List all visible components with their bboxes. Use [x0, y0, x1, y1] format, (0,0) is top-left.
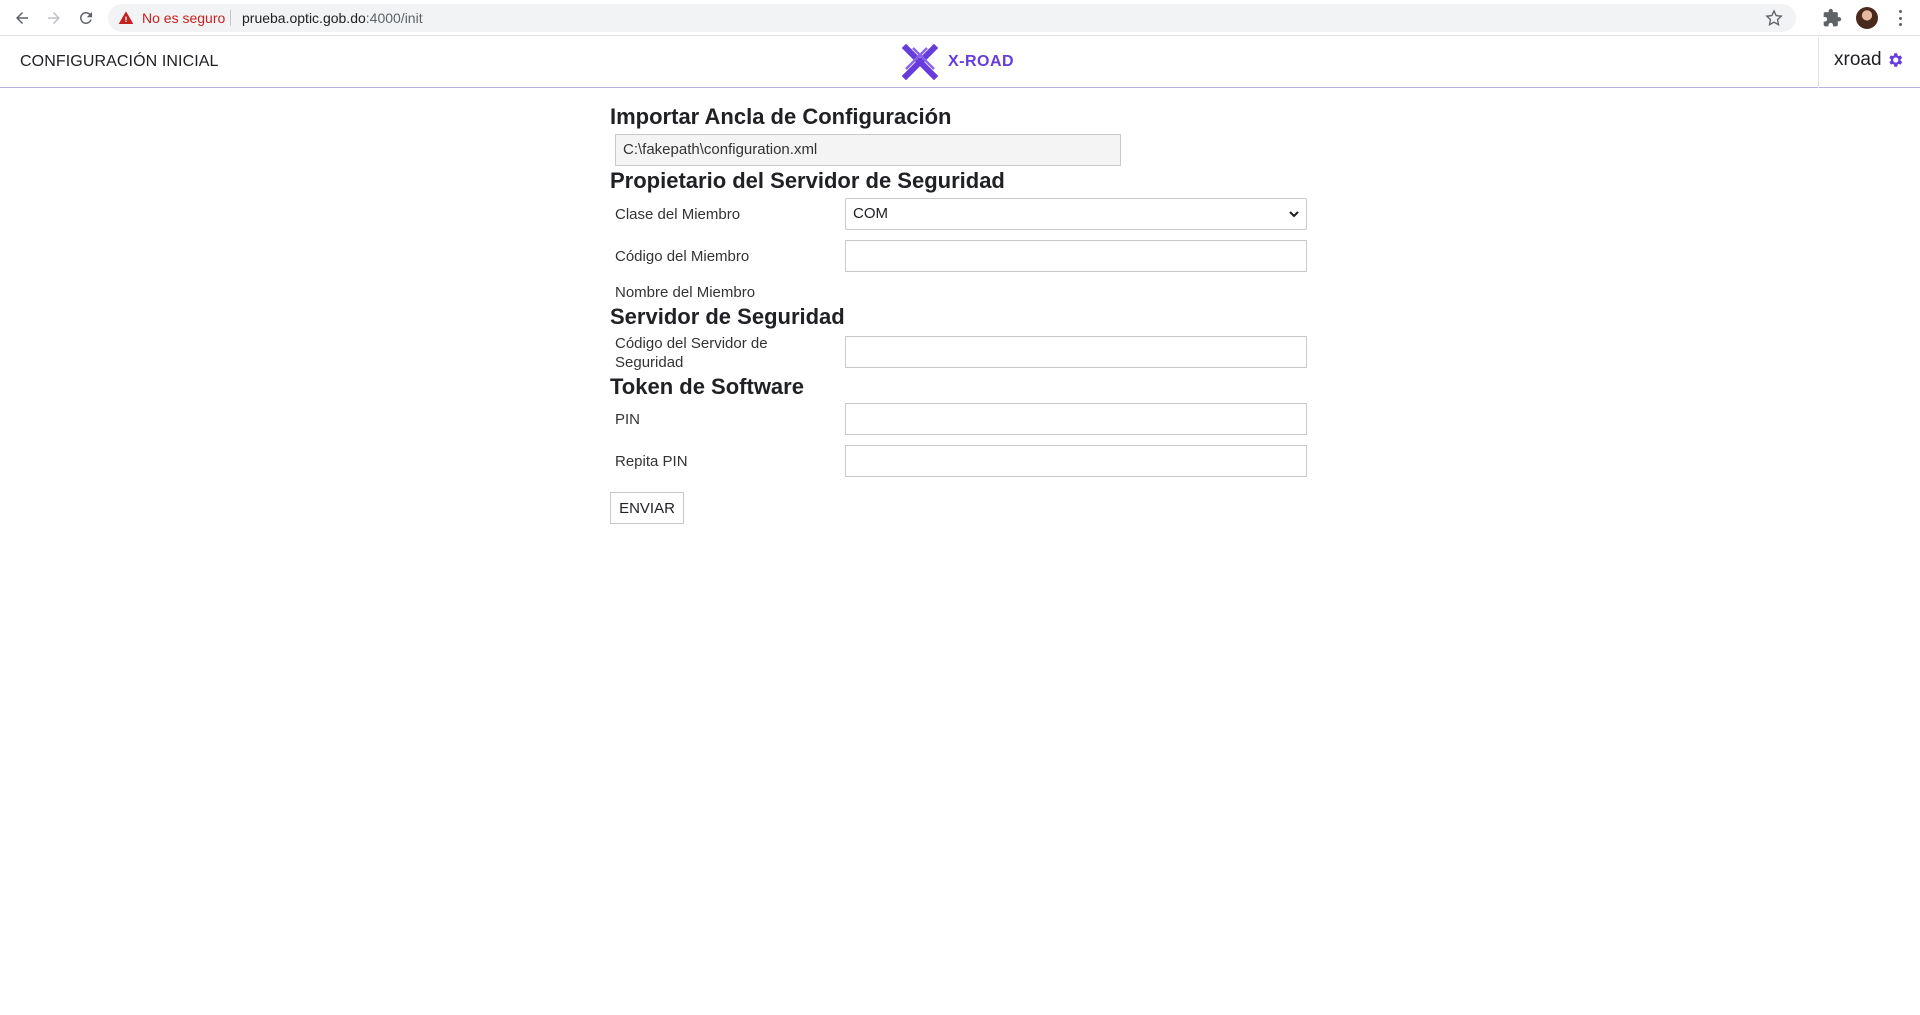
- url-text[interactable]: prueba.optic.gob.do:4000/init: [242, 10, 423, 26]
- star-icon[interactable]: [1764, 8, 1784, 28]
- url-path: :4000/init: [365, 10, 423, 26]
- member-class-label: Clase del Miembro: [615, 206, 741, 223]
- member-name-label: Nombre del Miembro: [615, 284, 756, 301]
- token-section-title: Token de Software: [610, 374, 804, 399]
- url-host: prueba.optic.gob.do: [242, 10, 366, 26]
- back-button[interactable]: [10, 6, 34, 30]
- xroad-logo-icon: [902, 44, 938, 80]
- config-anchor-file-input[interactable]: C:\fakepath\configuration.xml: [615, 134, 1121, 166]
- app-header: CONFIGURACIÓN INICIAL X-ROAD xroad: [0, 37, 1920, 88]
- address-bar[interactable]: No es seguro prueba.optic.gob.do:4000/in…: [108, 4, 1796, 32]
- member-class-select[interactable]: COM: [845, 198, 1307, 230]
- anchor-section-title: Importar Ancla de Configuración: [610, 104, 952, 129]
- submit-button[interactable]: ENVIAR: [610, 492, 684, 524]
- user-menu[interactable]: xroad: [1834, 49, 1904, 71]
- reload-icon: [80, 12, 92, 24]
- extensions-icon[interactable]: [1822, 8, 1842, 28]
- server-code-label: Código del Servidor de Seguridad: [615, 335, 768, 371]
- server-code-input[interactable]: [845, 336, 1307, 368]
- forward-arrow-icon: [48, 12, 60, 24]
- member-code-label: Código del Miembro: [615, 248, 750, 265]
- profile-avatar[interactable]: [1856, 7, 1878, 29]
- address-divider: [230, 10, 231, 26]
- browser-menu-icon[interactable]: [1892, 8, 1908, 28]
- pin-label: PIN: [615, 411, 641, 428]
- gear-icon[interactable]: [1886, 51, 1904, 69]
- chevron-down-icon: [1289, 211, 1299, 218]
- logo-text: X-ROAD: [948, 53, 1015, 70]
- server-section-title: Servidor de Seguridad: [610, 304, 845, 329]
- member-code-input[interactable]: [845, 240, 1307, 272]
- repeat-pin-input[interactable]: [845, 445, 1307, 477]
- pin-input[interactable]: [845, 403, 1307, 435]
- page-title: CONFIGURACIÓN INICIAL: [20, 53, 219, 70]
- header-divider: [1818, 37, 1819, 88]
- repeat-pin-label: Repita PIN: [615, 453, 688, 470]
- forward-button[interactable]: [42, 6, 66, 30]
- back-arrow-icon: [16, 12, 28, 24]
- owner-section-title: Propietario del Servidor de Seguridad: [610, 168, 1005, 193]
- username[interactable]: xroad: [1834, 49, 1882, 71]
- warning-icon: [118, 11, 134, 24]
- browser-toolbar: No es seguro prueba.optic.gob.do:4000/in…: [0, 0, 1920, 36]
- member-class-value: COM: [853, 205, 888, 222]
- xroad-logo: X-ROAD: [902, 43, 1014, 81]
- reload-button[interactable]: [74, 6, 98, 30]
- security-status[interactable]: No es seguro: [142, 10, 225, 26]
